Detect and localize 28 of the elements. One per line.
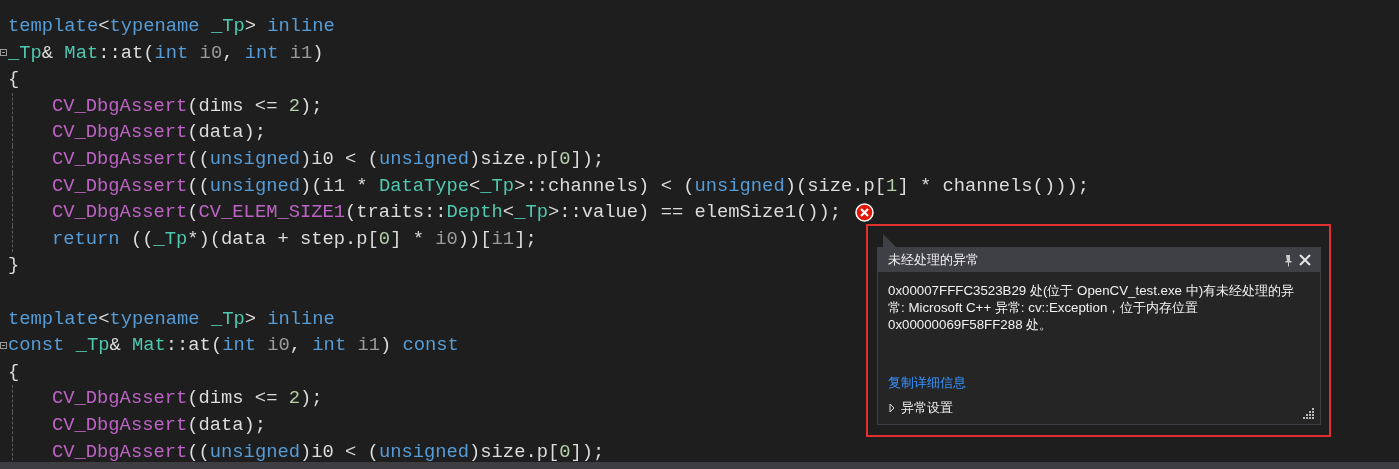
- close-button[interactable]: [1296, 254, 1314, 266]
- pin-icon: [1283, 253, 1293, 267]
- code-line: }: [8, 253, 20, 279]
- code-line: {: [8, 359, 20, 385]
- code-line: _Tp& Mat::at(int i0, int i1): [8, 40, 324, 66]
- collapse-icon[interactable]: [0, 341, 7, 349]
- horizontal-scrollbar[interactable]: [0, 462, 1399, 469]
- exception-settings-toggle[interactable]: 异常设置: [888, 398, 953, 418]
- code-line: const _Tp& Mat::at(int i0, int i1) const: [8, 333, 459, 359]
- code-line: CV_DbgAssert(data);: [52, 120, 267, 146]
- code-line: CV_DbgAssert(dims <= 2);: [52, 386, 323, 412]
- code-line: CV_DbgAssert(dims <= 2);: [52, 93, 323, 119]
- code-line: CV_DbgAssert((unsigned)i0 < (unsigned)size.p[0]);: [52, 439, 605, 465]
- expand-arrow-icon: [888, 403, 897, 414]
- code-line: CV_DbgAssert(data);: [52, 412, 267, 438]
- close-icon: [1299, 254, 1311, 266]
- collapse-icon[interactable]: [0, 49, 7, 57]
- error-message: 0x00007FFFC3523B29 处(位于 OpenCV_test.exe 中)有未经处理的异常: Microsoft C++ 异常: cv::Exception，位于内存位置 0x00000069F58FF288 处。: [888, 282, 1296, 333]
- popup-title: 未经处理的异常: [888, 251, 980, 270]
- code-line: {: [8, 67, 20, 93]
- code-line: return ((_Tp*)(data + step.p[0] * i0))[i1];: [52, 226, 537, 252]
- copy-details-link[interactable]: 复制详细信息: [888, 373, 1310, 394]
- code-line: template<typename _Tp> inline: [8, 306, 335, 332]
- code-line: CV_DbgAssert(CV_ELEM_SIZE1(traits::Depth<_Tp>::value) == elemSize1());: [52, 200, 841, 226]
- resize-grip-icon[interactable]: [1302, 407, 1314, 419]
- code-line: template<typename _Tp> inline: [8, 14, 335, 39]
- code-line: CV_DbgAssert((unsigned)(i1 * DataType<_Tp>::channels) < (unsigned)(size.p[1] * channels()));: [52, 173, 1089, 199]
- code-line: CV_DbgAssert((unsigned)i0 < (unsigned)size.p[0]);: [52, 146, 605, 172]
